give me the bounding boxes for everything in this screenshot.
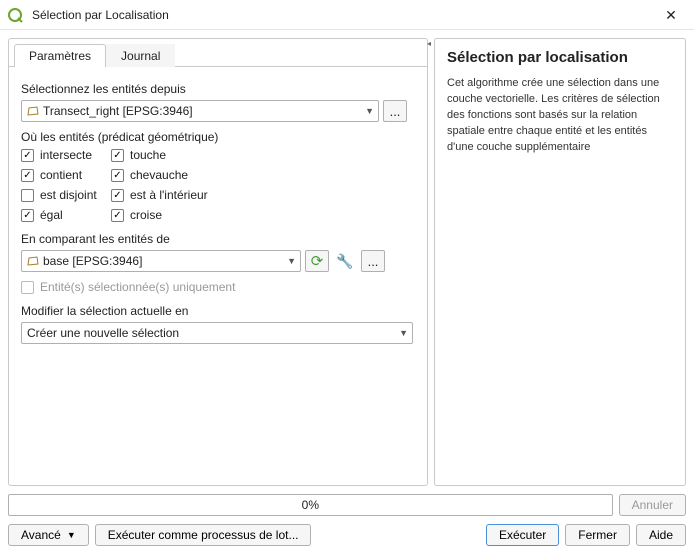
cancel-button: Annuler xyxy=(619,494,686,516)
modify-selection-value: Créer une nouvelle sélection xyxy=(27,326,179,340)
app-icon xyxy=(8,7,24,23)
select-from-label: Sélectionnez les entités depuis xyxy=(21,82,415,96)
window-title: Sélection par Localisation xyxy=(32,8,656,22)
compare-value: base [EPSG:3946] xyxy=(43,254,142,268)
wrench-icon: 🔧 xyxy=(336,253,353,270)
progress-bar: 0% xyxy=(8,494,613,516)
polygon-layer-icon xyxy=(27,105,39,117)
iterate-button[interactable]: ⟳ xyxy=(305,250,329,272)
settings-button[interactable]: 🔧 xyxy=(333,250,357,272)
checkbox-disjoint[interactable]: est disjoint xyxy=(21,188,111,202)
help-text: Cet algorithme crée une sélection dans u… xyxy=(447,76,673,156)
close-button[interactable]: Fermer xyxy=(565,524,630,546)
title-bar: Sélection par Localisation ✕ xyxy=(0,0,694,30)
polygon-layer-icon xyxy=(27,255,39,267)
tab-log[interactable]: Journal xyxy=(106,44,175,67)
checkbox-selected-only: Entité(s) sélectionnée(s) uniquement xyxy=(21,280,415,294)
chevron-down-icon: ▼ xyxy=(67,530,76,540)
help-title: Sélection par localisation xyxy=(447,49,673,66)
iterate-icon: ⟳ xyxy=(311,252,324,270)
compare-dropdown[interactable]: base [EPSG:3946] ▼ xyxy=(21,250,301,272)
progress-value: 0% xyxy=(302,498,319,512)
checkbox-touches[interactable]: touche xyxy=(111,148,251,162)
checkbox-within[interactable]: est à l'intérieur xyxy=(111,188,251,202)
predicate-label: Où les entités (prédicat géométrique) xyxy=(21,130,415,144)
modify-selection-dropdown[interactable]: Créer une nouvelle sélection ▼ xyxy=(21,322,413,344)
parameters-panel: ◂ Paramètres Journal Sélectionnez les en… xyxy=(8,38,428,486)
checkbox-contains[interactable]: contient xyxy=(21,168,111,182)
chevron-down-icon: ▼ xyxy=(365,106,374,116)
tab-bar: Paramètres Journal xyxy=(9,38,427,67)
modify-selection-label: Modifier la sélection actuelle en xyxy=(21,304,415,318)
select-from-dropdown[interactable]: Transect_right [EPSG:3946] ▼ xyxy=(21,100,379,122)
chevron-down-icon: ▼ xyxy=(399,328,408,338)
help-panel: Sélection par localisation Cet algorithm… xyxy=(434,38,686,486)
checkbox-equals[interactable]: égal xyxy=(21,208,111,222)
collapse-panel-icon[interactable]: ◂ xyxy=(427,39,431,48)
checkbox-intersects[interactable]: intersecte xyxy=(21,148,111,162)
checkbox-crosses[interactable]: croise xyxy=(111,208,251,222)
close-icon[interactable]: ✕ xyxy=(656,4,686,26)
tab-parameters[interactable]: Paramètres xyxy=(14,44,106,67)
run-button[interactable]: Exécuter xyxy=(486,524,559,546)
advanced-button[interactable]: Avancé▼ xyxy=(8,524,89,546)
chevron-down-icon: ▼ xyxy=(287,256,296,266)
select-from-value: Transect_right [EPSG:3946] xyxy=(43,104,193,118)
browse-layer1-button[interactable]: ... xyxy=(383,100,407,122)
checkbox-overlaps[interactable]: chevauche xyxy=(111,168,251,182)
batch-button[interactable]: Exécuter comme processus de lot... xyxy=(95,524,312,546)
help-button[interactable]: Aide xyxy=(636,524,686,546)
comparing-label: En comparant les entités de xyxy=(21,232,415,246)
browse-layer2-button[interactable]: ... xyxy=(361,250,385,272)
